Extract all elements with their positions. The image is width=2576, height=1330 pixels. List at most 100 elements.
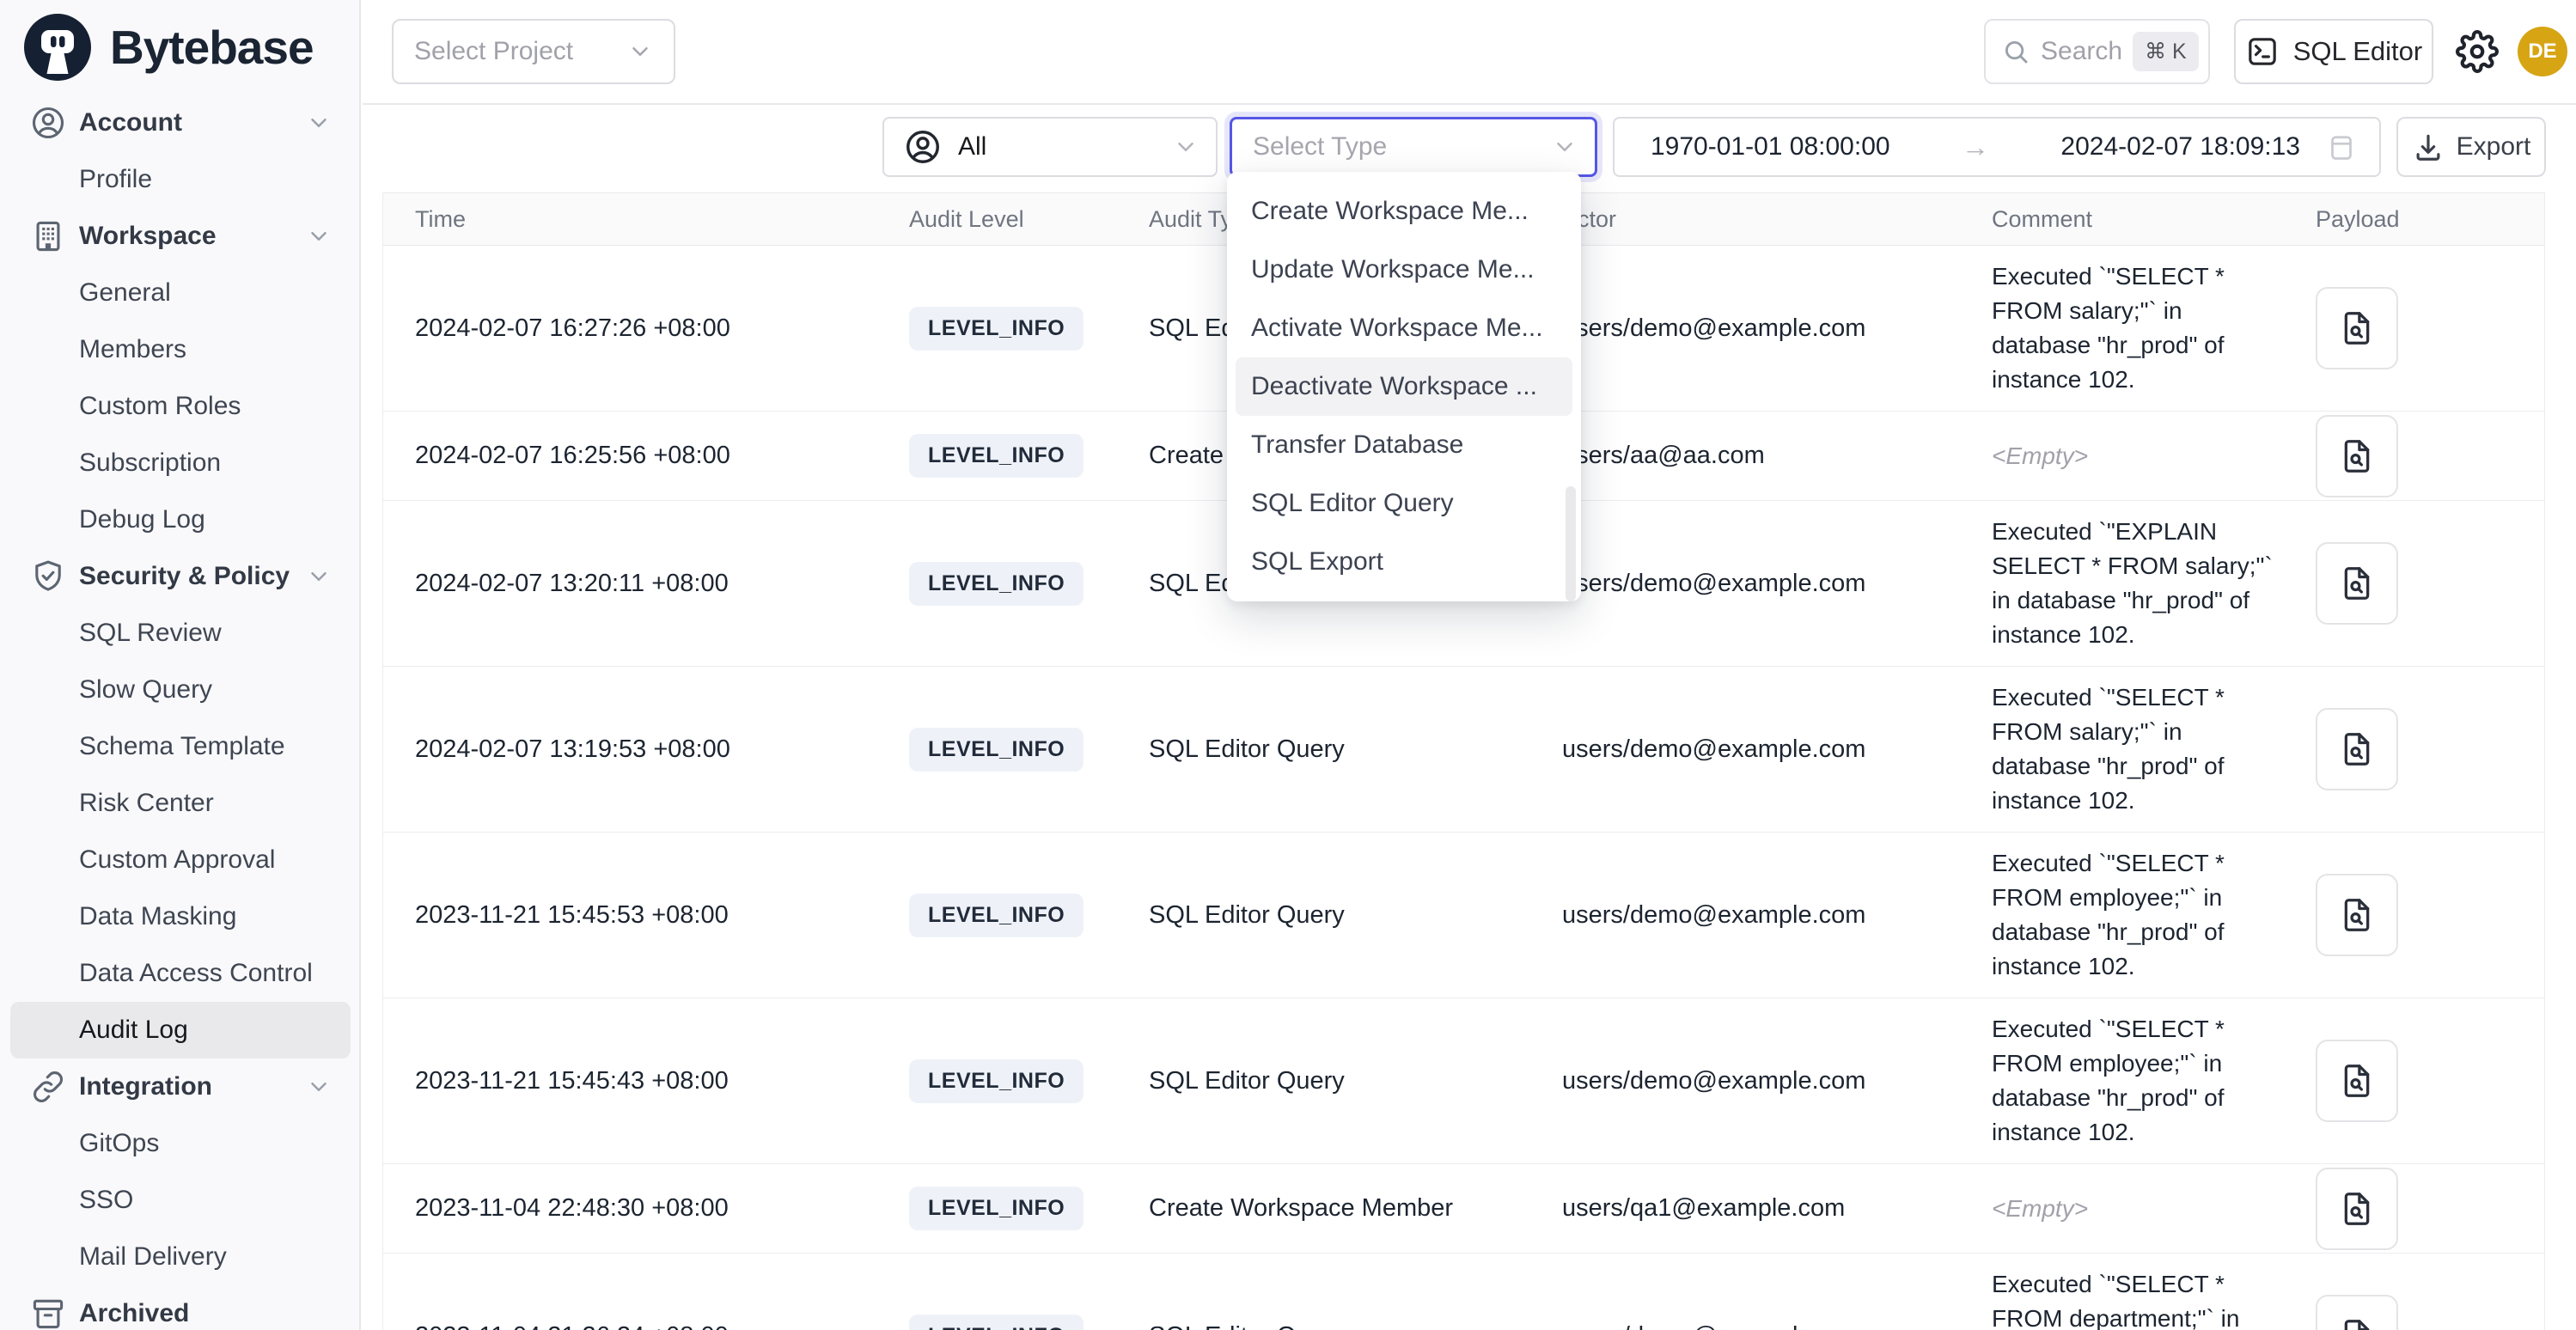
audit-level-badge: LEVEL_INFO xyxy=(909,562,1084,606)
sidebar-item-gitops[interactable]: GitOps xyxy=(10,1115,351,1172)
search-placeholder: Search xyxy=(2041,37,2122,66)
payload-view-button[interactable] xyxy=(2316,1168,2398,1250)
file-search-icon xyxy=(2337,729,2377,769)
sidebar-item-data-access-control[interactable]: Data Access Control xyxy=(10,945,351,1002)
sidebar-item-label: Risk Center xyxy=(79,789,214,818)
sidebar-item-label: Profile xyxy=(79,165,152,194)
cell-comment: <Empty> xyxy=(1992,427,2292,485)
dropdown-scrollbar-thumb[interactable] xyxy=(1566,486,1576,601)
sidebar-item-label: Schema Template xyxy=(79,732,285,761)
sidebar-group-security-policy[interactable]: Security & Policy xyxy=(10,548,351,605)
sidebar-item-mail-delivery[interactable]: Mail Delivery xyxy=(10,1229,351,1285)
cell-payload xyxy=(2316,1295,2544,1330)
dropdown-option-activate-workspace-me[interactable]: Activate Workspace Me... xyxy=(1236,299,1572,357)
sidebar-item-sql-review[interactable]: SQL Review xyxy=(10,605,351,662)
sidebar-item-label: Members xyxy=(79,335,186,364)
date-from-value: 1970-01-01 08:00:00 xyxy=(1651,132,1890,162)
table-row: 2023-11-21 15:45:43 +08:00LEVEL_INFOSQL … xyxy=(383,998,2544,1164)
project-select[interactable]: Select Project xyxy=(392,19,675,84)
table-row: 2023-11-04 22:48:30 +08:00LEVEL_INFOCrea… xyxy=(383,1164,2544,1254)
actor-filter-value: All xyxy=(958,132,1173,162)
sidebar-item-label: General xyxy=(79,278,171,308)
table-row: 2023-11-21 15:45:53 +08:00LEVEL_INFOSQL … xyxy=(383,833,2544,998)
sidebar-item-subscription[interactable]: Subscription xyxy=(10,435,351,491)
cell-audit-level: LEVEL_INFO xyxy=(909,728,1149,772)
sidebar-item-profile[interactable]: Profile xyxy=(10,151,351,208)
search-shortcut-badge: ⌘ K xyxy=(2133,32,2199,71)
payload-view-button[interactable] xyxy=(2316,287,2398,369)
sidebar-item-custom-roles[interactable]: Custom Roles xyxy=(10,378,351,435)
cell-actor: users/demo@example.com xyxy=(1562,1322,1992,1330)
user-circle-icon xyxy=(903,127,943,167)
sidebar-item-data-masking[interactable]: Data Masking xyxy=(10,888,351,945)
cell-actor: users/demo@example.com xyxy=(1562,901,1992,930)
sidebar: Bytebase Account Profile Workspace General M… xyxy=(0,0,361,1330)
shield-check-icon xyxy=(27,558,69,595)
dropdown-option-deactivate-workspace[interactable]: Deactivate Workspace ... xyxy=(1236,357,1572,416)
cell-time: 2023-11-21 15:45:43 +08:00 xyxy=(415,1067,909,1095)
sidebar-group-workspace[interactable]: Workspace xyxy=(10,208,351,265)
payload-view-button[interactable] xyxy=(2316,415,2398,497)
chevron-down-icon xyxy=(306,223,332,249)
sidebar-item-debug-log[interactable]: Debug Log xyxy=(10,491,351,548)
cell-payload xyxy=(2316,708,2544,790)
payload-view-button[interactable] xyxy=(2316,708,2398,790)
dropdown-option-sql-export[interactable]: SQL Export xyxy=(1236,533,1572,591)
calendar-icon xyxy=(2326,131,2357,162)
sidebar-group-account[interactable]: Account xyxy=(10,95,351,151)
building-icon xyxy=(27,217,69,255)
sidebar-item-custom-approval[interactable]: Custom Approval xyxy=(10,832,351,888)
audit-level-badge: LEVEL_INFO xyxy=(909,1059,1084,1103)
sidebar-item-schema-template[interactable]: Schema Template xyxy=(10,718,351,775)
sidebar-group-archived[interactable]: Archived xyxy=(10,1285,351,1330)
export-button[interactable]: Export xyxy=(2396,117,2546,177)
brand-name: Bytebase xyxy=(110,20,314,75)
dropdown-option-create-workspace-me[interactable]: Create Workspace Me... xyxy=(1236,182,1572,241)
sidebar-item-general[interactable]: General xyxy=(10,265,351,321)
file-search-icon xyxy=(2337,308,2377,348)
date-range-picker[interactable]: 1970-01-01 08:00:00 → 2024-02-07 18:09:1… xyxy=(1613,117,2381,177)
sidebar-item-sso[interactable]: SSO xyxy=(10,1172,351,1229)
payload-view-button[interactable] xyxy=(2316,1040,2398,1122)
column-header-audit-level: Audit Level xyxy=(909,206,1149,233)
payload-view-button[interactable] xyxy=(2316,542,2398,625)
type-filter-select[interactable]: Select Type xyxy=(1230,117,1597,177)
dropdown-option-transfer-database[interactable]: Transfer Database xyxy=(1236,416,1572,474)
actor-filter-select[interactable]: All xyxy=(882,117,1218,177)
cell-audit-level: LEVEL_INFO xyxy=(909,1187,1149,1230)
sidebar-item-slow-query[interactable]: Slow Query xyxy=(10,662,351,718)
sidebar-item-label: Slow Query xyxy=(79,675,212,705)
cell-comment: Executed `"EXPLAIN SELECT * FROM salary;… xyxy=(1992,503,2292,664)
sql-editor-button[interactable]: SQL Editor xyxy=(2234,19,2433,84)
dropdown-option-update-workspace-me[interactable]: Update Workspace Me... xyxy=(1236,241,1572,299)
sidebar-item-label: Subscription xyxy=(79,448,221,478)
settings-gear-icon[interactable] xyxy=(2456,30,2499,73)
sidebar-item-audit-log[interactable]: Audit Log xyxy=(10,1002,351,1059)
user-avatar[interactable]: DE xyxy=(2518,27,2567,76)
sidebar-item-risk-center[interactable]: Risk Center xyxy=(10,775,351,832)
dropdown-option-sql-editor-query[interactable]: SQL Editor Query xyxy=(1236,474,1572,533)
sidebar-item-label: Audit Log xyxy=(79,1016,188,1045)
user-circle-icon xyxy=(27,104,69,142)
cell-actor: users/demo@example.com xyxy=(1562,314,1992,343)
sidebar-item-label: Custom Approval xyxy=(79,845,275,875)
sidebar-group-label: Integration xyxy=(79,1072,212,1101)
bytebase-logo[interactable]: Bytebase xyxy=(22,12,314,82)
sidebar-item-members[interactable]: Members xyxy=(10,321,351,378)
table-row: 2024-02-07 13:19:53 +08:00LEVEL_INFOSQL … xyxy=(383,667,2544,833)
cell-payload xyxy=(2316,1040,2544,1122)
column-header-time: Time xyxy=(415,206,909,233)
search-input[interactable]: Search ⌘ K xyxy=(1984,19,2210,84)
cell-audit-level: LEVEL_INFO xyxy=(909,307,1149,351)
sidebar-group-integration[interactable]: Integration xyxy=(10,1059,351,1115)
payload-view-button[interactable] xyxy=(2316,874,2398,956)
cell-actor: users/qa1@example.com xyxy=(1562,1194,1992,1223)
cell-audit-type: Create Workspace Member xyxy=(1149,1194,1562,1223)
payload-view-button[interactable] xyxy=(2316,1295,2398,1330)
chevron-down-icon xyxy=(306,564,332,589)
sql-editor-label: SQL Editor xyxy=(2293,36,2422,67)
audit-level-badge: LEVEL_INFO xyxy=(909,894,1084,937)
sidebar-item-label: Mail Delivery xyxy=(79,1242,227,1272)
file-search-icon xyxy=(2337,895,2377,935)
chevron-down-icon xyxy=(1552,134,1578,160)
